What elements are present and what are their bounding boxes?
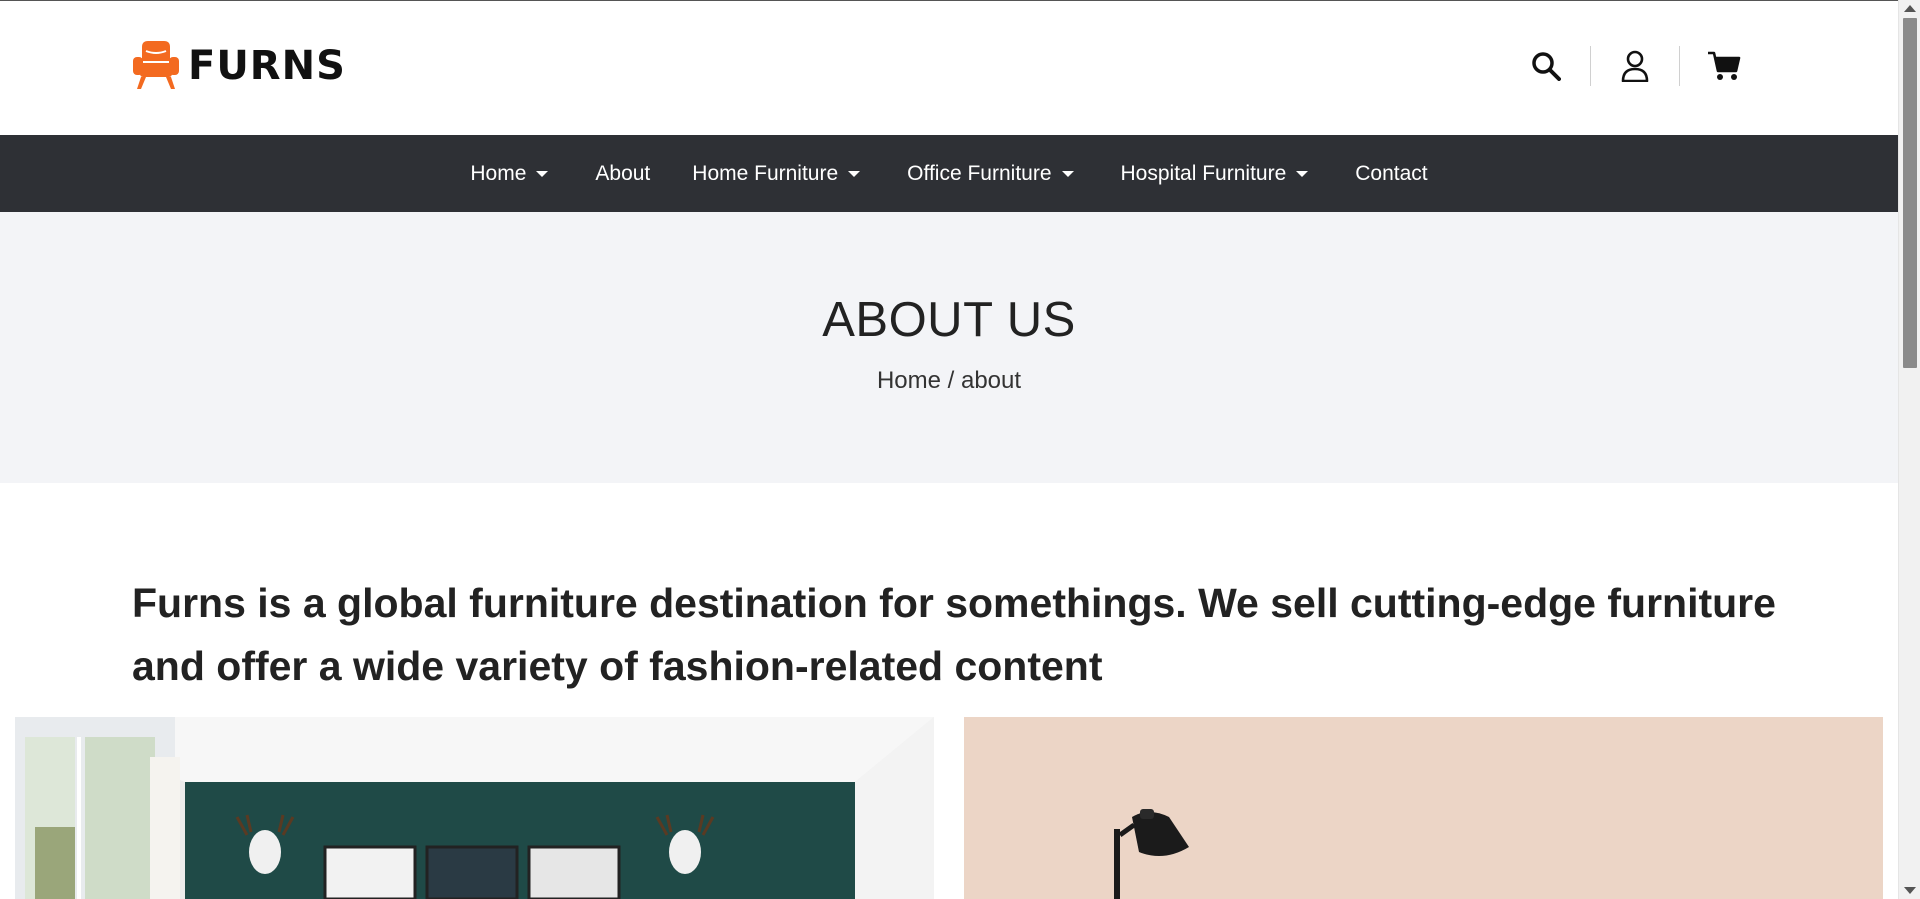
scrollbar-thumb[interactable] [1903, 18, 1917, 368]
brand-name: FURNS [188, 43, 346, 89]
nav-item-label: Home [470, 161, 527, 185]
page-title: ABOUT US [822, 293, 1076, 347]
nav-item-home-furniture[interactable]: Home Furniture [671, 135, 886, 212]
nav-item-about[interactable]: About [574, 135, 671, 212]
intro-text: Furns is a global furniture destination … [132, 580, 1776, 689]
search-icon [1532, 52, 1561, 81]
site-logo[interactable]: FURNS [132, 41, 346, 91]
nav-item-label: Contact [1355, 161, 1428, 185]
breadcrumb: Home / about [0, 367, 1898, 395]
nav-item-home[interactable]: Home [449, 135, 574, 212]
scroll-down-arrow-icon[interactable] [1904, 887, 1916, 894]
nav-item-label: Office Furniture [907, 161, 1052, 185]
nav-item-label: Home Furniture [692, 161, 839, 185]
nav-item-office-furniture[interactable]: Office Furniture [886, 135, 1099, 212]
page-banner: ABOUT US Home / about [0, 212, 1898, 483]
nav-item-label: About [595, 161, 651, 185]
caret-down-icon [848, 170, 861, 177]
nav-item-label: Hospital Furniture [1120, 161, 1287, 185]
nav-item-contact[interactable]: Contact [1334, 135, 1448, 212]
nav-item-hospital-furniture[interactable]: Hospital Furniture [1100, 135, 1335, 212]
desk-lamp-image [964, 717, 1883, 899]
living-room-image [15, 717, 934, 899]
breadcrumb-home-link[interactable]: Home [877, 367, 941, 394]
cart-icon [1708, 51, 1741, 80]
caret-down-icon [536, 170, 549, 177]
armchair-icon [133, 41, 179, 89]
caret-down-icon [1296, 170, 1309, 177]
account-button[interactable] [1591, 45, 1679, 87]
cart-button[interactable] [1680, 45, 1768, 87]
user-icon [1621, 50, 1649, 82]
main-nav: Home About Home Furniture Office Furnitu… [0, 135, 1898, 212]
header-actions [1502, 45, 1768, 87]
scroll-up-arrow-icon[interactable] [1904, 5, 1916, 12]
search-button[interactable] [1502, 45, 1590, 87]
breadcrumb-current: about [960, 367, 1022, 394]
site-header: FURNS [0, 1, 1898, 135]
caret-down-icon [1061, 170, 1074, 177]
breadcrumb-separator: / [940, 367, 961, 394]
page-scrollbar[interactable] [1898, 0, 1920, 899]
